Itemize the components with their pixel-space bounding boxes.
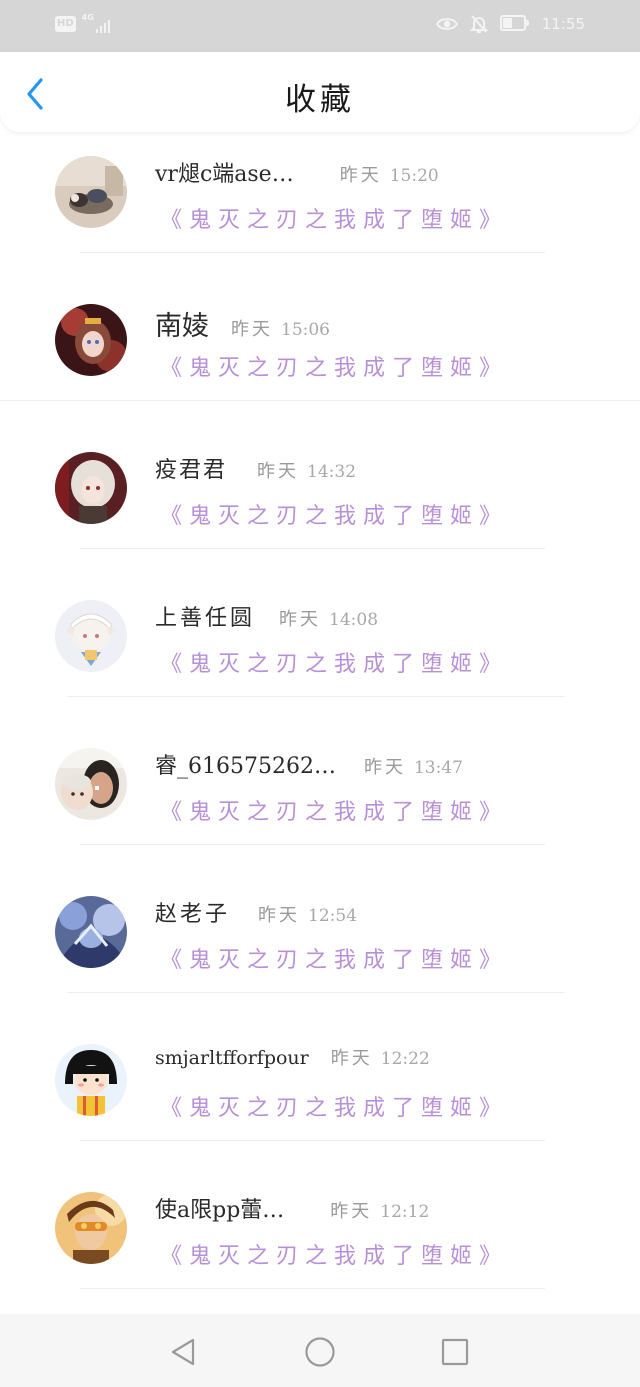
divider xyxy=(80,1288,545,1289)
user-name[interactable]: 南婈 xyxy=(155,304,209,343)
user-name[interactable]: smjarltfforfpour xyxy=(155,1047,309,1069)
item-date: 昨天 xyxy=(330,1048,373,1069)
user-name[interactable]: 上善任圆 xyxy=(155,600,255,632)
divider xyxy=(80,548,545,549)
divider xyxy=(0,400,640,401)
avatar[interactable] xyxy=(55,156,127,228)
divider xyxy=(68,696,564,697)
item-time: 14:08 xyxy=(329,610,379,630)
avatar[interactable] xyxy=(55,1044,127,1116)
avatar[interactable] xyxy=(55,600,127,672)
network-type: 4G xyxy=(81,13,94,22)
avatar-cartoon-maruko xyxy=(55,1044,127,1116)
list-item[interactable]: 使a限pp蕾… 昨天 12:12 《鬼灭之刃之我成了堕姬》 xyxy=(0,1180,640,1314)
back-triangle-icon xyxy=(171,1338,195,1366)
item-time: 15:20 xyxy=(389,166,439,186)
item-date: 昨天 xyxy=(363,757,406,778)
list-item[interactable]: 南婈 昨天 15:06 《鬼灭之刃之我成了堕姬》 xyxy=(0,292,640,440)
system-nav-bar xyxy=(0,1314,640,1387)
item-meta: 上善任圆 昨天 14:08 xyxy=(155,600,378,632)
avatar[interactable] xyxy=(55,896,127,968)
list-item[interactable]: 睿_616575262… 昨天 13:47 《鬼灭之刃之我成了堕姬》 xyxy=(0,736,640,884)
divider xyxy=(80,1140,545,1141)
item-date: 昨天 xyxy=(339,165,382,186)
list-item[interactable]: 疫君君 昨天 14:32 《鬼灭之刃之我成了堕姬》 xyxy=(0,440,640,588)
avatar[interactable] xyxy=(55,304,127,376)
user-name[interactable]: 赵老子 xyxy=(155,896,230,928)
item-time: 15:06 xyxy=(281,320,330,340)
user-name[interactable]: 疫君君 xyxy=(155,452,227,484)
list-item[interactable]: smjarltfforfpour 昨天 12:22 《鬼灭之刃之我成了堕姬》 xyxy=(0,1032,640,1180)
book-title-link[interactable]: 《鬼灭之刃之我成了堕姬》 xyxy=(160,202,508,234)
status-right: 11:55 xyxy=(435,14,585,34)
avatar-photo-baby xyxy=(55,748,127,820)
list-item[interactable]: 赵老子 昨天 12:54 《鬼灭之刃之我成了堕姬》 xyxy=(0,884,640,1032)
avatar-anime-chibi xyxy=(55,600,127,672)
home-circle-icon xyxy=(305,1337,335,1367)
status-time: 11:55 xyxy=(541,15,585,33)
favorites-list: vr煺c端ase… 昨天 15:20 《鬼灭之刃之我成了堕姬》 南婈 昨天 15… xyxy=(0,144,640,1314)
signal-icon: 4G xyxy=(81,13,110,34)
nav-home-button[interactable] xyxy=(302,1334,338,1370)
item-time: 12:54 xyxy=(308,906,358,926)
divider xyxy=(80,252,545,253)
item-date: 昨天 xyxy=(330,1201,373,1222)
recents-square-icon xyxy=(441,1338,469,1366)
status-left: HD 4G xyxy=(55,13,110,34)
avatar-anime-goggles xyxy=(55,1192,127,1264)
item-time: 14:32 xyxy=(307,462,357,482)
item-date: 昨天 xyxy=(231,319,273,340)
avatar-anime-blue xyxy=(55,896,127,968)
book-title-link[interactable]: 《鬼灭之刃之我成了堕姬》 xyxy=(160,646,508,678)
divider xyxy=(80,844,545,845)
book-title-link[interactable]: 《鬼灭之刃之我成了堕姬》 xyxy=(160,350,508,382)
status-bar: HD 4G 11:55 xyxy=(0,0,640,52)
item-meta: vr煺c端ase… 昨天 15:20 xyxy=(155,156,439,188)
item-date: 昨天 xyxy=(257,461,300,482)
avatar[interactable] xyxy=(55,452,127,524)
header: 收藏 xyxy=(0,52,640,132)
list-item[interactable]: vr煺c端ase… 昨天 15:20 《鬼灭之刃之我成了堕姬》 xyxy=(0,144,640,292)
user-name[interactable]: vr煺c端ase… xyxy=(155,156,294,188)
item-meta: 使a限pp蕾… 昨天 12:12 xyxy=(155,1192,429,1224)
item-meta: 赵老子 昨天 12:54 xyxy=(155,896,357,928)
avatar-anime-white-hair xyxy=(55,452,127,524)
book-title-link[interactable]: 《鬼灭之刃之我成了堕姬》 xyxy=(160,1090,508,1122)
nav-recents-button[interactable] xyxy=(437,1334,473,1370)
book-title-link[interactable]: 《鬼灭之刃之我成了堕姬》 xyxy=(160,498,508,530)
item-date: 昨天 xyxy=(279,609,322,630)
item-meta: 睿_616575262… 昨天 13:47 xyxy=(155,748,463,780)
avatar-photo-dog xyxy=(55,156,127,228)
avatar[interactable] xyxy=(55,1192,127,1264)
nav-back-button[interactable] xyxy=(165,1334,201,1370)
user-name[interactable]: 使a限pp蕾… xyxy=(155,1192,284,1224)
item-meta: 南婈 昨天 15:06 xyxy=(155,304,330,343)
hd-badge: HD xyxy=(55,16,76,32)
eye-icon xyxy=(435,18,458,30)
bell-off-icon xyxy=(469,15,488,33)
item-time: 12:22 xyxy=(380,1049,430,1069)
battery-icon xyxy=(499,15,530,33)
divider xyxy=(68,992,564,993)
user-name[interactable]: 睿_616575262… xyxy=(155,748,336,780)
item-time: 12:12 xyxy=(380,1202,430,1222)
item-time: 13:47 xyxy=(413,758,463,778)
book-title-link[interactable]: 《鬼灭之刃之我成了堕姬》 xyxy=(160,1238,508,1270)
book-title-link[interactable]: 《鬼灭之刃之我成了堕姬》 xyxy=(160,942,508,974)
book-title-link[interactable]: 《鬼灭之刃之我成了堕姬》 xyxy=(160,794,508,826)
item-date: 昨天 xyxy=(258,905,301,926)
avatar[interactable] xyxy=(55,748,127,820)
item-meta: 疫君君 昨天 14:32 xyxy=(155,452,356,484)
page-title: 收藏 xyxy=(285,82,355,118)
avatar-anime-girl-red xyxy=(55,304,127,376)
list-item[interactable]: 上善任圆 昨天 14:08 《鬼灭之刃之我成了堕姬》 xyxy=(0,588,640,736)
item-meta: smjarltfforfpour 昨天 12:22 xyxy=(155,1044,430,1070)
